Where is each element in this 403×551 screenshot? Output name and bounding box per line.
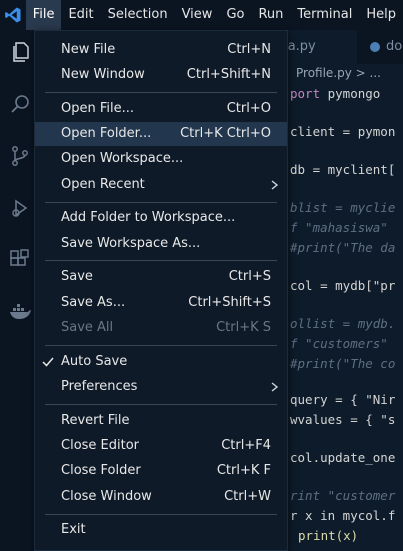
menu-item-close-window[interactable]: Close Window Ctrl+W bbox=[35, 485, 287, 509]
menu-item-exit[interactable]: Exit bbox=[35, 518, 287, 542]
file-menu-dropdown: New File Ctrl+N New Window Ctrl+Shift+N … bbox=[34, 30, 288, 551]
code-line: ollist = mydb. bbox=[290, 316, 396, 331]
menu-separator bbox=[45, 202, 277, 203]
menu-item-add-folder-to-workspace[interactable]: Add Folder to Workspace... bbox=[35, 206, 287, 230]
menu-item-label: Save All bbox=[61, 320, 114, 335]
python-file-icon bbox=[370, 41, 380, 52]
menu-item-close-editor[interactable]: Close Editor Ctrl+F4 bbox=[35, 434, 287, 458]
menu-item-label: New Window bbox=[61, 67, 145, 82]
menu-item-new-window[interactable]: New Window Ctrl+Shift+N bbox=[35, 63, 287, 87]
menu-item-auto-save[interactable]: Auto Save bbox=[35, 350, 287, 374]
menu-bar: File Edit Selection View Go Run Terminal… bbox=[25, 0, 403, 30]
menu-item-save-all: Save All Ctrl+K S bbox=[35, 316, 287, 340]
menu-item-label: Save Workspace As... bbox=[61, 236, 201, 251]
menu-help[interactable]: Help bbox=[359, 0, 403, 30]
code-line: client = pymon bbox=[290, 124, 396, 139]
menu-item-new-file[interactable]: New File Ctrl+N bbox=[35, 38, 287, 62]
code-line: rint "customer bbox=[290, 488, 396, 503]
vscode-logo-icon bbox=[0, 0, 26, 30]
menu-item-shortcut: Ctrl+F4 bbox=[221, 438, 271, 453]
menu-item-save[interactable]: Save Ctrl+S bbox=[35, 265, 287, 289]
menu-item-label: Add Folder to Workspace... bbox=[61, 210, 236, 225]
menu-item-revert-file[interactable]: Revert File bbox=[35, 409, 287, 433]
code-line: wvalues = { "s bbox=[290, 412, 396, 427]
code-line: query = { "Nir bbox=[290, 392, 396, 407]
code-line: f "mahasiswa" bbox=[290, 220, 388, 235]
menu-item-shortcut: Ctrl+K F bbox=[216, 463, 271, 478]
menu-item-label: Open Folder... bbox=[61, 126, 152, 141]
menu-item-shortcut: Ctrl+Shift+N bbox=[186, 67, 271, 82]
menu-item-shortcut: Ctrl+O bbox=[226, 101, 271, 116]
code-line: #print("The da bbox=[290, 240, 396, 255]
menu-item-label: Revert File bbox=[61, 413, 130, 428]
menu-item-label: Close Folder bbox=[61, 463, 141, 478]
menu-item-close-folder[interactable]: Close Folder Ctrl+K F bbox=[35, 459, 287, 483]
menu-item-open-folder[interactable]: Open Folder... Ctrl+K Ctrl+O bbox=[35, 122, 287, 146]
menu-separator bbox=[45, 92, 277, 93]
menu-separator bbox=[45, 514, 277, 515]
code-line: col = mydb["pr bbox=[290, 278, 396, 293]
menu-item-label: Preferences bbox=[61, 379, 138, 394]
menu-item-label: New File bbox=[61, 42, 116, 57]
menu-item-label: Open Workspace... bbox=[61, 151, 184, 166]
menu-item-label: Save As... bbox=[61, 295, 126, 310]
menu-file[interactable]: File bbox=[25, 0, 62, 30]
menu-separator bbox=[45, 404, 277, 405]
docker-icon[interactable] bbox=[8, 300, 32, 324]
breadcrumb[interactable]: Profile.py > ... bbox=[296, 66, 381, 86]
code-line: f "customers" bbox=[290, 336, 388, 351]
menu-separator bbox=[45, 345, 277, 346]
menu-item-label: Save bbox=[61, 269, 93, 284]
menu-item-shortcut: Ctrl+S bbox=[228, 269, 271, 284]
menu-item-shortcut: Ctrl+Shift+S bbox=[188, 295, 271, 310]
code-line: print(x) bbox=[298, 528, 359, 543]
menu-item-label: Exit bbox=[61, 522, 86, 537]
menu-item-label: Close Editor bbox=[61, 438, 140, 453]
source-control-icon[interactable] bbox=[8, 144, 32, 168]
menu-item-label: Close Window bbox=[61, 489, 152, 504]
menu-item-shortcut: Ctrl+K S bbox=[216, 320, 271, 335]
explorer-icon[interactable] bbox=[8, 40, 32, 64]
menu-item-open-recent[interactable]: Open Recent bbox=[35, 173, 287, 197]
menu-item-shortcut: Ctrl+N bbox=[227, 42, 271, 57]
menu-item-shortcut: Ctrl+K Ctrl+O bbox=[180, 126, 271, 141]
menu-item-open-file[interactable]: Open File... Ctrl+O bbox=[35, 97, 287, 121]
run-debug-icon[interactable] bbox=[8, 196, 32, 220]
menu-go[interactable]: Go bbox=[219, 0, 251, 30]
menu-view[interactable]: View bbox=[175, 0, 220, 30]
code-line: r x in mycol.f bbox=[290, 508, 396, 523]
menu-item-label: Open File... bbox=[61, 101, 135, 116]
search-icon[interactable] bbox=[8, 92, 32, 116]
menu-selection[interactable]: Selection bbox=[101, 0, 175, 30]
menu-item-save-workspace-as[interactable]: Save Workspace As... bbox=[35, 232, 287, 256]
menu-edit[interactable]: Edit bbox=[61, 0, 100, 30]
title-bar: File Edit Selection View Go Run Terminal… bbox=[0, 0, 403, 30]
menu-run[interactable]: Run bbox=[251, 0, 290, 30]
extensions-icon[interactable] bbox=[8, 248, 32, 272]
menu-item-open-workspace[interactable]: Open Workspace... bbox=[35, 147, 287, 171]
menu-item-save-as[interactable]: Save As... Ctrl+Shift+S bbox=[35, 291, 287, 315]
tab-second-file[interactable]: doc bbox=[360, 30, 403, 64]
code-line: db = myclient[ bbox=[290, 162, 396, 177]
code-line: #print("The co bbox=[290, 356, 396, 371]
menu-item-preferences[interactable]: Preferences bbox=[35, 375, 287, 399]
menu-item-label: Open Recent bbox=[61, 177, 145, 192]
code-line: port pymongo bbox=[290, 86, 381, 101]
code-line: col.update_one bbox=[290, 450, 396, 465]
menu-terminal[interactable]: Terminal bbox=[290, 0, 359, 30]
menu-separator bbox=[45, 260, 277, 261]
menu-item-shortcut: Ctrl+W bbox=[224, 489, 271, 504]
tab-label: doc bbox=[386, 39, 403, 54]
code-line: blist = myclie bbox=[290, 200, 396, 215]
menu-item-label: Auto Save bbox=[61, 354, 128, 369]
